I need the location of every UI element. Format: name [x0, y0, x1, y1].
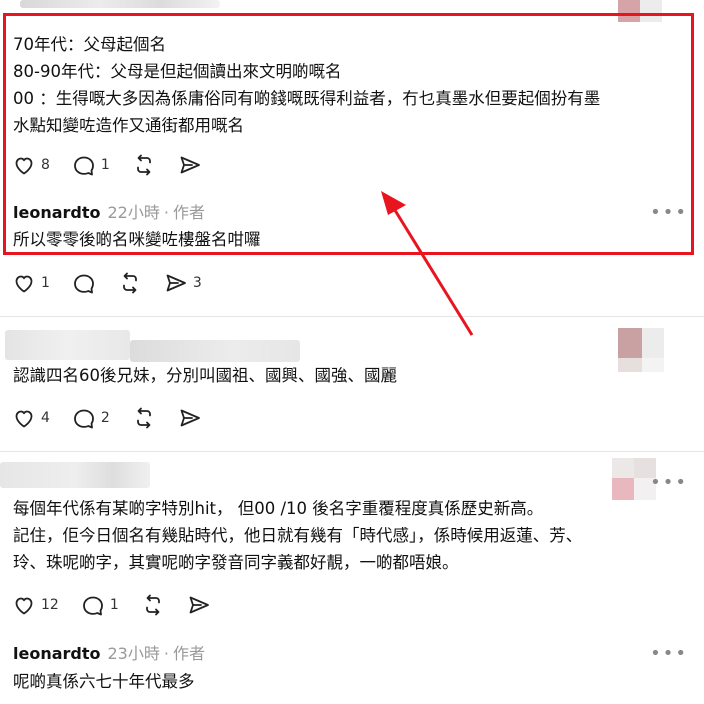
share-icon [189, 596, 209, 614]
repost-button[interactable] [132, 406, 156, 430]
comment-icon [74, 409, 94, 429]
repost-icon [145, 594, 160, 616]
highlight-box [3, 13, 694, 255]
repost-button[interactable] [141, 593, 165, 617]
divider [0, 451, 704, 452]
author-name[interactable]: leonardto [13, 644, 101, 663]
comment-count: 1 [109, 597, 119, 613]
reply-header: leonardto 23小時 · 作者 [13, 640, 205, 664]
like-button[interactable]: 12 [12, 593, 59, 617]
repost-icon [136, 407, 151, 429]
comment-count: 2 [100, 410, 110, 426]
blurred-username [20, 0, 220, 8]
post-text: 每個年代係有某啲字特別hit， 但00 /10 後名字重覆程度真係歷史新高。 記… [13, 499, 583, 572]
reply-actions: 1 3 [12, 271, 224, 295]
comment-button[interactable]: 1 [81, 593, 119, 617]
blurred-username [0, 462, 150, 488]
post-actions: 12 1 [12, 593, 233, 617]
share-icon [180, 409, 200, 427]
reply-text: 呢啲真係六七十年代最多 [13, 672, 195, 691]
share-count: 3 [192, 275, 202, 291]
dot-separator: · [163, 644, 169, 663]
comment-icon [82, 596, 103, 616]
author-badge: 作者 [172, 644, 205, 663]
comment-button[interactable] [72, 271, 96, 295]
like-button[interactable]: 4 [12, 406, 50, 430]
more-options-icon[interactable]: ••• [650, 645, 688, 663]
post-actions: 4 2 [12, 406, 224, 430]
heart-icon [15, 275, 33, 293]
blurred-username [130, 340, 300, 362]
like-count: 4 [41, 410, 50, 426]
share-icon [166, 274, 186, 292]
share-button[interactable] [187, 593, 211, 617]
heart-icon [15, 410, 33, 428]
like-button[interactable]: 1 [12, 271, 50, 295]
post-text: 認識四名60後兄妹，分別叫國祖、國興、國強、國麗 [13, 366, 397, 385]
blurred-username [5, 330, 130, 360]
more-options-icon[interactable]: ••• [650, 474, 688, 492]
heart-icon [15, 597, 33, 615]
divider [0, 316, 704, 317]
repost-button[interactable] [118, 271, 142, 295]
like-count: 1 [41, 275, 50, 291]
reply-time: 23小時 [107, 644, 160, 663]
comment-button[interactable]: 2 [72, 406, 110, 430]
repost-icon [123, 272, 137, 294]
share-button[interactable]: 3 [164, 271, 202, 295]
share-button[interactable] [178, 406, 202, 430]
comment-icon [74, 274, 94, 294]
like-count: 12 [41, 597, 59, 613]
